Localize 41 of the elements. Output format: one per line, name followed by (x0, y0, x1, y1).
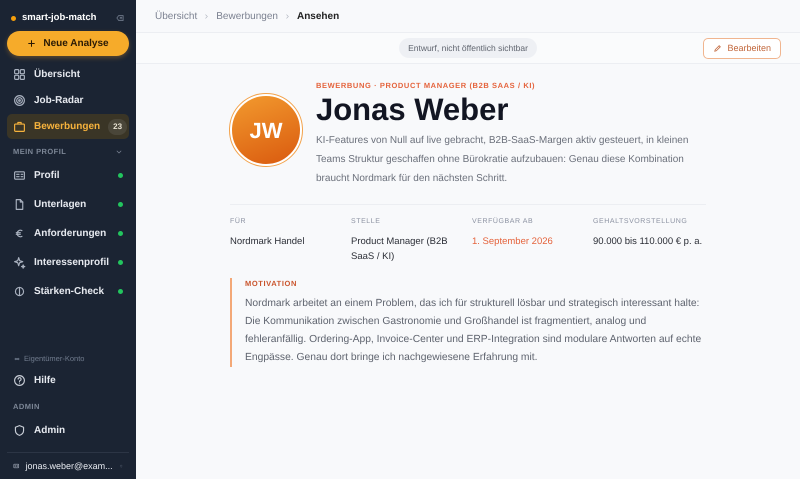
summary-text: KI-Features von Null auf live gebracht, B2B-SaaS-Margen aktiv gesteuert, in kleinen Teams Struktur geschaffen ohne Bürokratie aufzubauen: Genau diese Kombination braucht Nordmark für den nächsten Schritt. (316, 134, 690, 186)
nav-item[interactable]: Profil (7, 162, 129, 190)
nav-item[interactable]: Hilfe (7, 366, 129, 394)
brain-icon (13, 285, 26, 298)
count-badge: 23 (108, 118, 128, 135)
fact-value: 1. September 2026 (472, 234, 554, 249)
nav-item[interactable]: Anforderungen (7, 220, 129, 248)
fact-value: 90.000 bis 110.000 € p. a. (593, 234, 704, 249)
grid-icon (13, 68, 26, 82)
candidate-name: Jonas Weber (316, 93, 510, 128)
fact-value: Nordmark Handel (230, 234, 306, 249)
breadcrumb-link[interactable]: Bewerbungen (216, 8, 278, 24)
avatar: JW (230, 94, 302, 166)
id-card-icon (13, 169, 26, 182)
chevron-icon (203, 12, 210, 20)
document-icon (13, 198, 26, 211)
app-name: smart-job-match (22, 11, 98, 25)
fact-value: Product Manager (B2B SaaS / KI) (351, 234, 449, 264)
nav-item[interactable]: Unterlagen (7, 190, 129, 218)
nav-item[interactable]: Interessenprofil (7, 248, 129, 276)
shield-icon (13, 424, 26, 437)
new-analysis-button[interactable]: Neue Analyse (7, 31, 129, 56)
briefcase-icon (13, 120, 26, 134)
status-dot (11, 16, 16, 21)
nav-item[interactable]: Übersicht (7, 62, 129, 88)
radar-icon (13, 94, 26, 108)
nav-item[interactable]: Admin (7, 416, 129, 444)
help-icon (13, 374, 26, 387)
breadcrumb-link[interactable]: Übersicht (155, 8, 198, 24)
plus-icon (27, 39, 36, 48)
nav-item[interactable]: Job-Radar (7, 88, 129, 114)
collapse-icon[interactable] (115, 13, 125, 24)
edit-button[interactable]: Bearbeiten (703, 38, 781, 59)
status-pill: Entwurf, nicht öffentlich sichtbar (399, 38, 537, 58)
nav-item[interactable]: Stärken-Check (7, 278, 129, 306)
chevron-icon (284, 12, 291, 20)
user-email[interactable]: jonas.weber@exam... (25, 460, 113, 473)
nav-item[interactable]: Bewerbungen 23 (7, 114, 129, 140)
sparkle-icon (13, 256, 26, 269)
motivation-text: Nordmark arbeitet an einem Problem, das ich für strukturell lösbar und strategisch interessant halte: Die Kommunikation zwischen Gastronomie und Großhandel ist fragmentiert, analog und fehleranfällig. Ordering-App, Invoice-Center und ERP-Integration sind modulare Antworten auf echte Engpässe. Genau dort bringe ich nachgewiesene Erfahrung mit. (245, 297, 702, 366)
pencil-icon (713, 44, 722, 53)
